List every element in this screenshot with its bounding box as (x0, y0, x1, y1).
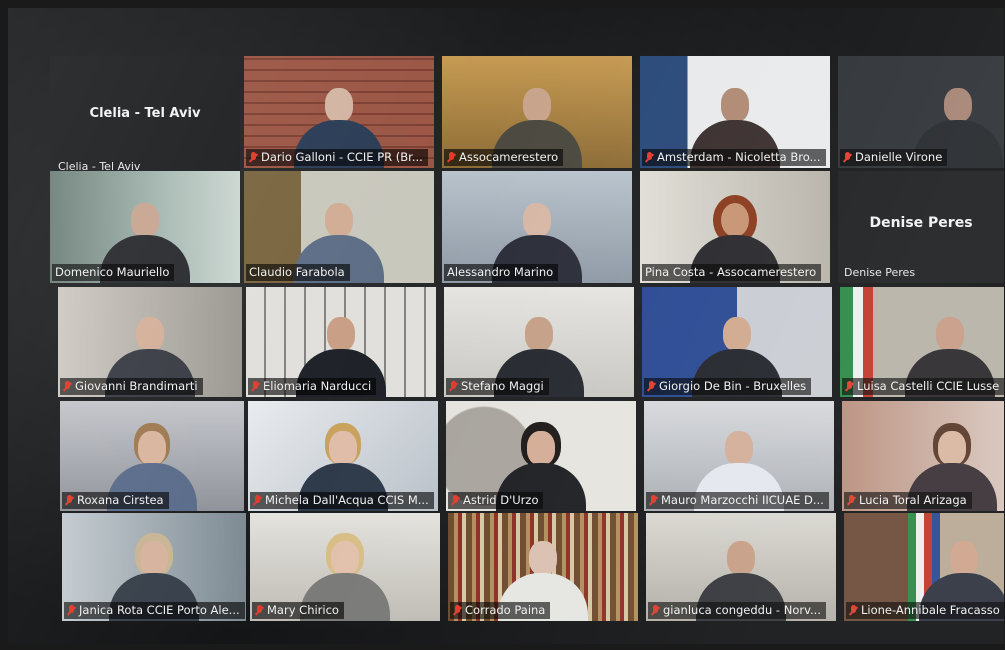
name-label: Eliomaria Narducci (248, 378, 377, 395)
name-label: Lione-Annibale Fracasso (846, 602, 1004, 619)
video-tile-no-video[interactable]: Denise Peres Denise Peres (838, 171, 1004, 283)
video-tile[interactable]: Roxana Cirstea (60, 401, 244, 511)
mic-muted-icon (253, 494, 262, 507)
video-tile[interactable]: Corrado Paina (448, 513, 638, 621)
mic-muted-icon (451, 494, 460, 507)
participant-name-large: Clelia - Tel Aviv (89, 106, 201, 121)
mic-muted-icon (845, 380, 854, 393)
mic-muted-icon (645, 151, 654, 164)
video-tile[interactable]: Giorgio De Bin - Bruxelles (642, 287, 832, 397)
name-label: Lucia Toral Arizaga (844, 492, 972, 509)
video-tile[interactable]: Amsterdam - Nicoletta Bro... (640, 56, 830, 168)
name-label: Danielle Virone (840, 149, 948, 166)
participant-name-small: Denise Peres (844, 266, 916, 279)
name-label: Giovanni Brandimarti (60, 378, 203, 395)
video-tile[interactable]: Lucia Toral Arizaga (842, 401, 1004, 511)
mic-muted-icon (249, 151, 258, 164)
video-tile[interactable]: Astrid D'Urzo (446, 401, 636, 511)
video-tile[interactable]: Eliomaria Narducci (246, 287, 436, 397)
mic-muted-icon (67, 604, 76, 617)
video-tile[interactable]: Luisa Castelli CCIE Lusse (840, 287, 1004, 397)
name-label: Amsterdam - Nicoletta Bro... (642, 149, 826, 166)
video-tile-active-speaker[interactable]: Domenico Mauriello (50, 171, 240, 283)
name-label: Roxana Cirstea (62, 492, 169, 509)
name-label: Claudio Farabola (246, 264, 350, 281)
video-tile[interactable]: Danielle Virone (838, 56, 1004, 168)
tile-clelia-label[interactable]: Clelia - Tel Aviv Clelia - Tel Aviv (50, 56, 240, 171)
video-tile[interactable]: Giovanni Brandimarti (58, 287, 242, 397)
name-label: gianluca congeddu - Norv... (648, 602, 826, 619)
mic-muted-icon (251, 380, 260, 393)
video-tile[interactable]: Dario Galloni - CCIE PR (Br... (244, 56, 434, 168)
mic-muted-icon (447, 151, 456, 164)
video-gallery: Clelia - Tel Aviv Clelia - Tel Aviv Dari… (8, 8, 1004, 644)
name-label: Pina Costa - Assocamerestero (642, 264, 822, 281)
video-tile[interactable]: Mauro Marzocchi IICUAE D... (644, 401, 834, 511)
video-tile[interactable]: Stefano Maggi (444, 287, 634, 397)
video-tile[interactable]: Pina Costa - Assocamerestero (640, 171, 830, 283)
name-label: Dario Galloni - CCIE PR (Br... (246, 149, 428, 166)
mic-muted-icon (63, 380, 72, 393)
name-label: Giorgio De Bin - Bruxelles (644, 378, 812, 395)
name-label: Astrid D'Urzo (448, 492, 544, 509)
mic-muted-icon (647, 380, 656, 393)
mic-muted-icon (849, 604, 858, 617)
video-tile[interactable]: Michela Dall'Acqua CCIS M... (248, 401, 438, 511)
name-label: Domenico Mauriello (52, 264, 175, 281)
video-tile[interactable]: Assocamerestero (442, 56, 632, 168)
participant-name-large: Denise Peres (869, 215, 973, 231)
name-label: Assocamerestero (444, 149, 564, 166)
name-label: Mary Chirico (252, 602, 344, 619)
participant-name-small: Clelia - Tel Aviv (58, 160, 141, 171)
name-label: Mauro Marzocchi IICUAE D... (646, 492, 829, 509)
mic-muted-icon (843, 151, 852, 164)
name-label: Luisa Castelli CCIE Lusse (842, 378, 1004, 395)
mic-muted-icon (847, 494, 856, 507)
mic-muted-icon (651, 604, 660, 617)
name-label: Michela Dall'Acqua CCIS M... (250, 492, 434, 509)
video-tile[interactable]: Mary Chirico (250, 513, 440, 621)
video-tile[interactable]: Claudio Farabola (244, 171, 434, 283)
mic-muted-icon (255, 604, 264, 617)
name-label: Janica Rota CCIE Porto Ale... (64, 602, 245, 619)
name-label: Corrado Paina (450, 602, 551, 619)
name-label: Stefano Maggi (446, 378, 549, 395)
video-tile[interactable]: Lione-Annibale Fracasso (844, 513, 1004, 621)
mic-muted-icon (449, 380, 458, 393)
video-tile[interactable]: Janica Rota CCIE Porto Ale... (62, 513, 246, 621)
mic-muted-icon (65, 494, 74, 507)
name-label: Alessandro Marino (444, 264, 559, 281)
video-tile[interactable]: gianluca congeddu - Norv... (646, 513, 836, 621)
video-tile[interactable]: Alessandro Marino (442, 171, 632, 283)
mic-muted-icon (649, 494, 658, 507)
mic-muted-icon (453, 604, 462, 617)
